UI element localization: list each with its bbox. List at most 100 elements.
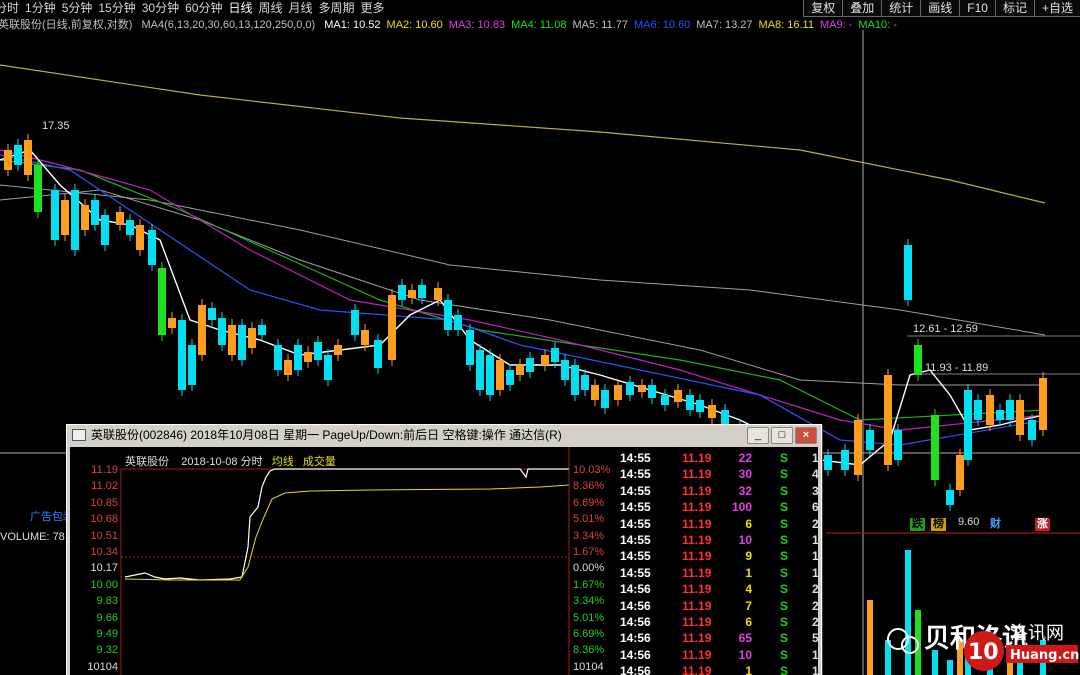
- tick-row[interactable]: 14:56 11.19 65 S 5: [620, 631, 825, 647]
- candle-body-17: [188, 345, 196, 385]
- tick-vol: 30: [738, 467, 752, 482]
- tick-row[interactable]: 14:55 11.19 100 S 6: [620, 500, 825, 516]
- candle-body-71: [824, 455, 832, 470]
- candle-body-16: [178, 320, 186, 390]
- period-tab-5[interactable]: 60分钟: [185, 0, 222, 17]
- period-tab-10[interactable]: 更多: [361, 0, 385, 17]
- candle-body-86: [1006, 400, 1014, 420]
- candle-body-11: [126, 220, 134, 235]
- candle-body-72: [841, 450, 849, 470]
- candle-body-41: [454, 315, 462, 330]
- period-tab-8[interactable]: 月线: [289, 0, 313, 17]
- candle-body-6: [71, 190, 79, 250]
- period-toolbar: 分时 1分钟 5分钟 15分钟 30分钟 60分钟 日线 周线 月线 多周期 更多: [0, 0, 391, 17]
- indicator-name[interactable]: MA4(6,13,20,30,60,13,120,250,0,0): [142, 19, 316, 31]
- period-tab-9[interactable]: 多周期: [319, 0, 355, 17]
- candle-body-64: [708, 405, 716, 418]
- period-tab-2[interactable]: 5分钟: [62, 0, 93, 17]
- tick-n: 1: [812, 647, 819, 662]
- candle-body-23: [248, 328, 256, 348]
- tick-time: 14:55: [620, 500, 651, 515]
- tick-row[interactable]: 14:56 11.19 4 S 2: [620, 582, 825, 598]
- price-axis-label: 11.02: [91, 480, 118, 493]
- event-tag-2[interactable]: 财: [988, 518, 1003, 531]
- tick-row[interactable]: 14:55 11.19 22 S 1: [620, 451, 825, 467]
- ma5-line: [0, 189, 1045, 386]
- tick-row[interactable]: 14:55 11.19 1 S 1: [620, 566, 825, 582]
- toolbar-button-5[interactable]: 标记: [994, 0, 1034, 17]
- tick-side: S: [780, 647, 789, 662]
- tick-side: S: [780, 533, 789, 547]
- tick-price: 11.19: [682, 533, 712, 547]
- event-tag-0[interactable]: 跌: [910, 518, 925, 531]
- tick-price: 11.19: [682, 451, 712, 465]
- period-tab-0[interactable]: 分时: [0, 0, 19, 17]
- tick-row[interactable]: 14:56 11.19 6 S 2: [620, 615, 825, 631]
- toolbar-button-1[interactable]: 叠加: [842, 0, 882, 17]
- tick-n: 1: [812, 533, 819, 547]
- candle-body-25: [274, 345, 282, 370]
- toolbar-button-3[interactable]: 画线: [920, 0, 960, 17]
- tick-row[interactable]: 14:56 11.19 10 S 1: [620, 648, 825, 664]
- ma-value-10: MA10: -: [858, 19, 897, 31]
- tick-side: S: [780, 516, 789, 531]
- tick-vol: 32: [738, 483, 752, 498]
- tick-row[interactable]: 14:55 11.19 10 S 1: [620, 533, 825, 549]
- tick-row[interactable]: 14:55 11.19 30 S 4: [620, 467, 825, 483]
- tick-n: 6: [812, 500, 819, 515]
- percent-axis-label: 10.03%: [573, 464, 611, 476]
- candle-body-24: [258, 325, 266, 335]
- event-tag-3[interactable]: 涨: [1035, 518, 1050, 531]
- price-axis-label: 9.83: [96, 595, 118, 608]
- period-tab-6[interactable]: 日线: [228, 0, 252, 17]
- period-tab-1[interactable]: 1分钟: [25, 0, 56, 17]
- tick-vol: 4: [745, 582, 752, 597]
- toolbar-button-0[interactable]: 复权: [803, 0, 843, 17]
- toolbar-button-2[interactable]: 统计: [881, 0, 921, 17]
- tick-n: 2: [812, 582, 819, 597]
- tick-side: S: [780, 500, 789, 515]
- percent-axis-label: 1.67%: [573, 546, 605, 558]
- tick-row[interactable]: 14:56 11.19 7 S 2: [620, 599, 825, 615]
- percent-axis-label: 8.36%: [573, 644, 605, 657]
- candle-body-26: [284, 360, 292, 375]
- tick-time: 14:55: [620, 565, 651, 580]
- tick-side: S: [780, 615, 789, 629]
- logo-word: 洛讯网: [1010, 623, 1064, 644]
- toolbar-button-6[interactable]: +自选: [1033, 0, 1080, 17]
- candle-body-42: [466, 330, 474, 365]
- dialog-titlebar[interactable]: 英联股份(002846) 2018年10月08日 星期一 PageUp/Down…: [67, 425, 821, 446]
- tick-n: 4: [812, 467, 819, 482]
- price-axis-label: 9.32: [96, 644, 118, 657]
- minimize-button[interactable]: _: [747, 427, 769, 444]
- candle-body-85: [996, 410, 1004, 420]
- candle-body-88: [1028, 420, 1036, 440]
- intraday-dialog[interactable]: 英联股份(002846) 2018年10月08日 星期一 PageUp/Down…: [66, 424, 822, 675]
- candle-body-32: [351, 310, 359, 335]
- candle-body-36: [398, 285, 406, 300]
- candle-body-45: [496, 360, 504, 390]
- period-tab-7[interactable]: 周线: [258, 0, 282, 17]
- ma-value-4: MA4: 11.08: [511, 19, 567, 31]
- stock-title[interactable]: 英联股份(日线,前复权,对数): [0, 19, 132, 31]
- tick-time: 14:56: [620, 631, 651, 646]
- tick-time: 14:55: [620, 483, 651, 498]
- toolbar-button-4[interactable]: F10: [959, 0, 995, 17]
- close-button[interactable]: ×: [795, 427, 817, 444]
- tick-row[interactable]: 14:55 11.19 32 S 3: [620, 484, 825, 500]
- price-line: [124, 468, 569, 581]
- tick-row[interactable]: 14:55 11.19 6 S 2: [620, 517, 825, 533]
- price-axis-label: 10.85: [90, 496, 118, 509]
- logo-number: 10: [968, 640, 999, 665]
- event-tag-1[interactable]: 榜: [931, 518, 946, 531]
- period-tab-3[interactable]: 15分钟: [98, 0, 135, 17]
- candle-body-87: [1016, 400, 1024, 435]
- tick-time: 14:55: [620, 467, 651, 482]
- period-tab-4[interactable]: 30分钟: [142, 0, 179, 17]
- tick-row[interactable]: 14:56 11.19 1 S 1: [620, 664, 825, 675]
- candle-body-46: [506, 370, 514, 385]
- tick-row[interactable]: 14:55 11.19 9 S 1: [620, 549, 825, 565]
- tick-side: S: [780, 664, 789, 675]
- percent-axis-label: 3.34%: [573, 595, 605, 608]
- maximize-button[interactable]: □: [771, 427, 793, 444]
